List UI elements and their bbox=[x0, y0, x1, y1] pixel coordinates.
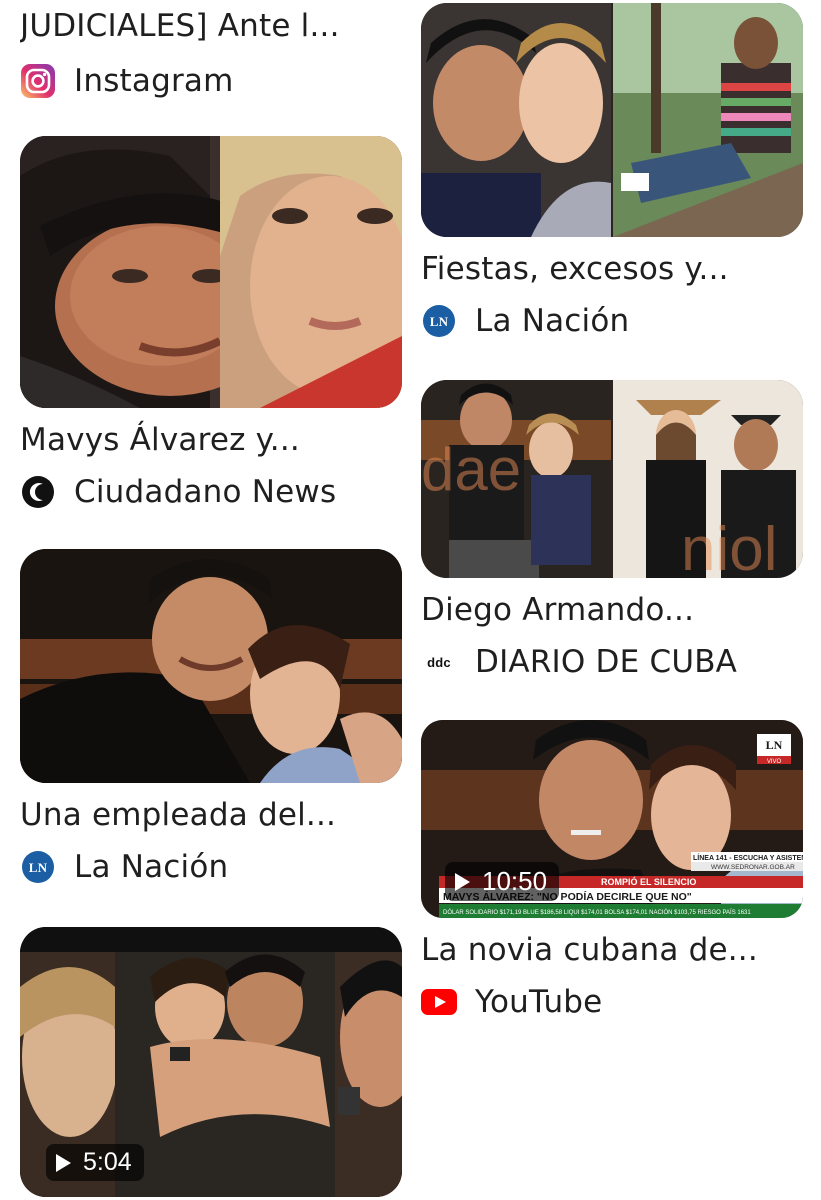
svg-text:LN: LN bbox=[766, 738, 783, 752]
result-thumbnail[interactable] bbox=[20, 549, 402, 783]
result-title[interactable]: Fiestas, excesos y... bbox=[421, 249, 803, 289]
play-icon bbox=[455, 872, 470, 891]
video-duration-badge: 10:50 bbox=[445, 862, 560, 901]
result-thumbnail[interactable]: 5:04 bbox=[20, 927, 402, 1197]
svg-text:niol: niol bbox=[681, 515, 778, 578]
svg-text:WWW.SEDRONAR.GOB.AR: WWW.SEDRONAR.GOB.AR bbox=[711, 864, 795, 871]
duration-text: 10:50 bbox=[482, 866, 548, 896]
svg-text:VIVO: VIVO bbox=[767, 759, 782, 765]
result-title[interactable]: La novia cubana de... bbox=[421, 930, 803, 970]
ciudadano-news-icon bbox=[20, 474, 56, 510]
la-nacion-icon: LN bbox=[421, 303, 457, 339]
svg-text:LN: LN bbox=[430, 314, 449, 329]
result-thumbnail[interactable] bbox=[20, 136, 402, 408]
source-name: La Nación bbox=[74, 849, 229, 885]
result-source[interactable]: Instagram bbox=[20, 59, 402, 103]
result-card-video[interactable]: 5:04 bbox=[20, 927, 402, 1197]
diario-de-cuba-icon: ddc bbox=[421, 644, 457, 680]
youtube-icon bbox=[421, 984, 457, 1020]
result-card-la-nacion[interactable]: Una empleada del... LN La Nación bbox=[20, 549, 402, 889]
result-thumbnail[interactable]: dae niol bbox=[421, 380, 803, 578]
result-source[interactable]: YouTube bbox=[421, 980, 803, 1024]
instagram-icon bbox=[20, 63, 56, 99]
result-thumbnail[interactable]: LN VIVO LÍNEA 141 - ESCUCHA Y ASISTENCIA… bbox=[421, 720, 803, 918]
source-name: Ciudadano News bbox=[74, 474, 337, 510]
svg-text:ROMPIÓ EL SILENCIO: ROMPIÓ EL SILENCIO bbox=[601, 876, 696, 887]
photo-couple-closeup bbox=[20, 136, 402, 408]
result-source[interactable]: Ciudadano News bbox=[20, 470, 402, 514]
result-source[interactable]: LN La Nación bbox=[421, 299, 803, 343]
result-card-youtube[interactable]: LN VIVO LÍNEA 141 - ESCUCHA Y ASISTENCIA… bbox=[421, 720, 803, 1024]
photo-collage-party: dae niol bbox=[421, 380, 803, 578]
svg-text:ddc: ddc bbox=[427, 655, 451, 670]
svg-text:LÍNEA 141 - ESCUCHA Y ASISTENC: LÍNEA 141 - ESCUCHA Y ASISTENCIA bbox=[693, 853, 803, 862]
photo-couple-bar bbox=[20, 549, 402, 783]
source-name: La Nación bbox=[475, 303, 630, 339]
svg-text:LN: LN bbox=[29, 860, 48, 875]
duration-text: 5:04 bbox=[83, 1148, 132, 1176]
source-name: Instagram bbox=[74, 63, 234, 99]
result-title[interactable]: Mavys Álvarez y... bbox=[20, 420, 402, 460]
svg-text:DÓLAR SOLIDARIO $171,19 BLU: DÓLAR SOLIDARIO $171,19 BLUE $186,58 LIQ… bbox=[443, 909, 751, 916]
photo-collage-two bbox=[421, 3, 803, 237]
result-card-ciudadano[interactable]: Mavys Álvarez y... Ciudadano News bbox=[20, 136, 402, 514]
video-duration-badge: 5:04 bbox=[46, 1144, 144, 1181]
result-source[interactable]: ddc DIARIO DE CUBA bbox=[421, 640, 803, 684]
result-card-instagram[interactable]: JUDICIALES] Ante l... Instagram bbox=[20, 0, 402, 103]
result-thumbnail[interactable] bbox=[421, 3, 803, 237]
source-name: DIARIO DE CUBA bbox=[475, 644, 738, 680]
source-name: YouTube bbox=[475, 984, 603, 1020]
result-title[interactable]: JUDICIALES] Ante l... bbox=[20, 6, 402, 46]
play-icon bbox=[56, 1153, 71, 1172]
result-card-diario-de-cuba[interactable]: dae niol Diego Armando... ddc DIARIO DE bbox=[421, 380, 803, 684]
result-source[interactable]: LN La Nación bbox=[20, 845, 402, 889]
result-title[interactable]: Diego Armando... bbox=[421, 590, 803, 630]
svg-text:dae: dae bbox=[421, 436, 521, 503]
la-nacion-icon: LN bbox=[20, 849, 56, 885]
result-title[interactable]: Una empleada del... bbox=[20, 795, 402, 835]
result-card-la-nacion-fiestas[interactable]: Fiestas, excesos y... LN La Nación bbox=[421, 3, 803, 343]
